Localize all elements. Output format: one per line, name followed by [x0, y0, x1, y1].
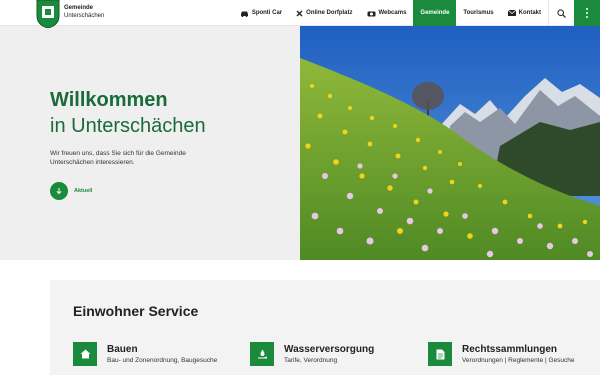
site-header: Gemeinde Unterschächen Sponti Car Online… — [0, 0, 600, 28]
coat-of-arms-logo[interactable] — [36, 0, 60, 28]
service-card-wasserversorgung[interactable]: Wasserversorgung Tarife, Verordnung — [250, 342, 374, 366]
brand-name[interactable]: Gemeinde Unterschächen — [64, 4, 104, 20]
aktuell-label: Aktuell — [74, 188, 93, 194]
tools-icon — [296, 10, 303, 17]
hero-subtitle: in Unterschächen — [50, 115, 206, 137]
service-title: Wasserversorgung — [284, 344, 375, 355]
nav-item-webcams[interactable]: Webcams — [360, 0, 414, 26]
arrow-down-icon — [50, 182, 68, 200]
document-icon — [428, 342, 452, 366]
water-hand-icon — [250, 342, 274, 366]
nav-label: Webcams — [378, 10, 407, 16]
service-card-bauen[interactable]: Bauen Bau- und Zonenordnung, Baugesuche — [73, 342, 217, 366]
nav-label: Sponti Car — [251, 10, 283, 16]
nav-item-tourismus[interactable]: Tourismus — [456, 0, 500, 26]
nav-label: Online Dorfplatz — [306, 10, 353, 16]
brand-line-2: Unterschächen — [64, 13, 105, 19]
resident-service-section: Einwohner Service Bauen Bau- und Zonenor… — [50, 280, 600, 375]
nav-item-kontakt[interactable]: Kontakt — [501, 0, 548, 26]
nav-label: Kontakt — [518, 10, 541, 16]
webcam-icon — [367, 10, 376, 17]
nav-item-gemeinde[interactable]: Gemeinde — [413, 0, 457, 26]
service-desc: Tarife, Verordnung — [284, 357, 338, 364]
menu-button[interactable] — [574, 0, 600, 26]
house-icon — [73, 342, 97, 366]
hero-panel — [0, 26, 300, 260]
menu-dot-icon — [586, 8, 588, 10]
search-icon — [557, 8, 566, 18]
hero-title: Willkommen — [50, 89, 168, 111]
nav-item-online-dorfplatz[interactable]: Online Dorfplatz — [289, 0, 359, 26]
service-card-rechtssammlungen[interactable]: Rechtssammlungen Verordnungen | Reglemen… — [428, 342, 575, 366]
car-icon — [240, 10, 249, 17]
hero-landscape-image — [300, 26, 600, 260]
section-title: Einwohner Service — [73, 303, 199, 319]
service-desc: Bau- und Zonenordnung, Baugesuche — [107, 357, 218, 364]
nav-label: Tourismus — [463, 10, 494, 16]
service-desc: Verordnungen | Reglemente | Gesuche — [462, 357, 575, 364]
main-nav: Sponti Car Online Dorfplatz Webcams Geme… — [233, 0, 600, 26]
service-title: Rechtssammlungen — [462, 344, 558, 355]
brand-line-1: Gemeinde — [64, 5, 94, 11]
menu-dot-icon — [586, 16, 588, 18]
menu-dot-icon — [586, 12, 588, 14]
nav-label: Gemeinde — [420, 10, 450, 16]
envelope-icon — [507, 10, 516, 16]
hero-intro-text: Wir freuen uns, dass Sie sich für die Ge… — [50, 150, 186, 166]
nav-item-sponti-car[interactable]: Sponti Car — [233, 0, 289, 26]
search-button[interactable] — [548, 0, 574, 26]
service-title: Bauen — [107, 344, 138, 355]
aktuell-button[interactable]: Aktuell — [50, 182, 92, 200]
